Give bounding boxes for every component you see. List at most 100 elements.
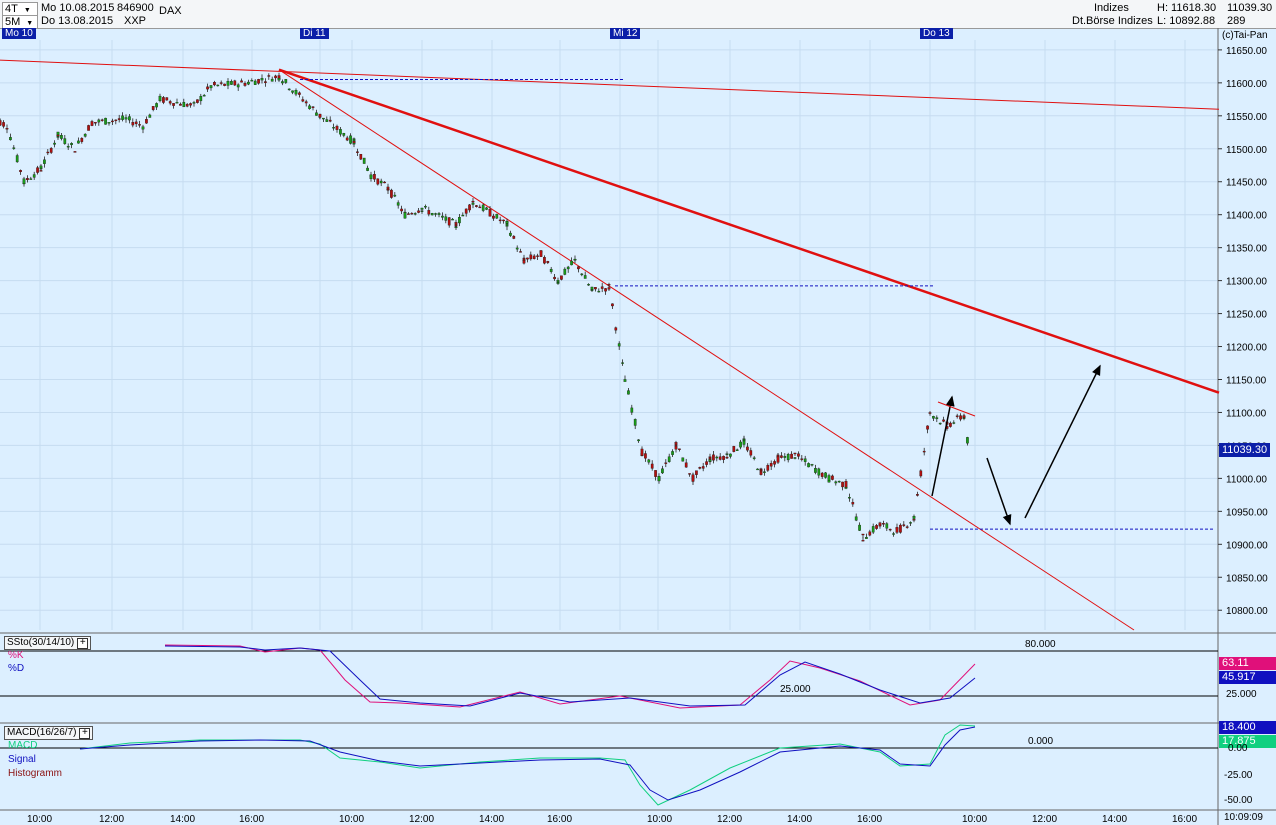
candle-body xyxy=(166,98,168,101)
candle-body xyxy=(699,467,701,468)
candle-body xyxy=(203,95,205,96)
candle-body xyxy=(64,139,66,144)
candle-body xyxy=(295,90,297,94)
time-axis: 10:0012:0014:0016:0010:0012:0014:0016:00… xyxy=(27,814,1197,825)
candle-body xyxy=(176,102,178,103)
price-chart[interactable]: 10800.0010850.0010900.0010950.0011000.00… xyxy=(0,0,1276,825)
candle-body xyxy=(543,257,545,263)
candle-body xyxy=(658,476,660,481)
flag-line xyxy=(938,402,975,416)
candle-body xyxy=(417,211,419,213)
candle-body xyxy=(685,463,687,468)
candle-body xyxy=(855,517,857,521)
time-tick-label: 10:00 xyxy=(962,814,987,825)
candle-body xyxy=(206,87,208,89)
candle-body xyxy=(98,120,100,122)
candle-body xyxy=(587,284,589,285)
candle-body xyxy=(213,82,215,85)
candle-body xyxy=(889,529,891,530)
trendline xyxy=(279,70,1219,393)
price-tick-label: 11450.00 xyxy=(1226,178,1267,189)
candle-body xyxy=(172,103,174,105)
candle-body xyxy=(472,203,474,205)
candle-body xyxy=(913,516,915,518)
candle-body xyxy=(746,447,748,450)
candle-body xyxy=(770,463,772,466)
candle-body xyxy=(16,155,18,161)
candle-body xyxy=(872,526,874,532)
candle-body xyxy=(577,267,579,269)
candle-body xyxy=(251,80,253,81)
price-tick-label: 11600.00 xyxy=(1226,79,1267,90)
candle-body xyxy=(234,81,236,85)
candle-body xyxy=(787,454,789,460)
signal-legend: Signal xyxy=(8,754,36,765)
candle-body xyxy=(671,451,673,454)
candle-body xyxy=(886,524,888,529)
candle-body xyxy=(431,213,433,215)
candle-body xyxy=(733,446,735,451)
candle-body xyxy=(896,527,898,532)
candle-body xyxy=(858,525,860,530)
candle-body xyxy=(956,416,958,417)
candle-body xyxy=(2,122,4,126)
candle-body xyxy=(835,482,837,483)
candle-body xyxy=(421,208,423,209)
candle-body xyxy=(377,179,379,184)
candle-body xyxy=(13,148,15,149)
candle-body xyxy=(567,267,569,269)
candle-body xyxy=(217,85,219,86)
candle-body xyxy=(438,213,440,214)
candle-body xyxy=(959,416,961,420)
candle-body xyxy=(570,261,572,265)
candle-body xyxy=(305,102,307,103)
candle-body xyxy=(261,78,263,80)
time-tick-label: 10:00 xyxy=(647,814,672,825)
price-tick-label: 11250.00 xyxy=(1226,310,1267,321)
candle-body xyxy=(949,423,951,427)
candle-body xyxy=(899,525,901,532)
price-tick-label: 11300.00 xyxy=(1226,277,1267,288)
candle-body xyxy=(274,76,276,78)
candle-body xyxy=(852,502,854,504)
candle-body xyxy=(50,148,52,152)
macd-title-box[interactable]: MACD(16/26/7)+ xyxy=(4,726,93,740)
candle-body xyxy=(794,458,796,459)
candle-body xyxy=(668,457,670,462)
candle-body xyxy=(818,469,820,475)
candle-body xyxy=(152,106,154,110)
candle-body xyxy=(332,127,334,128)
candle-body xyxy=(523,260,525,263)
sto-title-box[interactable]: SSto(30/14/10)+ xyxy=(4,636,91,650)
candle-body xyxy=(675,446,677,449)
candle-body xyxy=(869,532,871,535)
candle-body xyxy=(682,458,684,462)
candle-body xyxy=(499,220,501,221)
candle-body xyxy=(618,344,620,347)
candle-body xyxy=(169,101,171,103)
candle-body xyxy=(736,450,738,451)
histogram-legend: Histogramm xyxy=(8,768,62,779)
candle-body xyxy=(678,449,680,450)
candle-body xyxy=(308,106,310,109)
candle-body xyxy=(966,437,968,443)
candle-body xyxy=(455,227,457,228)
candle-body xyxy=(319,114,321,117)
candle-body xyxy=(506,221,508,223)
candle-body xyxy=(882,523,884,524)
candle-body xyxy=(186,104,188,106)
candle-body xyxy=(790,454,792,459)
candle-body xyxy=(244,83,246,85)
candle-body xyxy=(223,84,225,86)
plus-icon[interactable]: + xyxy=(77,638,88,649)
candle-body xyxy=(404,212,406,218)
price-tick-label: 11550.00 xyxy=(1226,112,1267,123)
candle-body xyxy=(411,213,413,214)
candle-body xyxy=(115,120,117,121)
candle-body xyxy=(743,440,745,441)
candle-body xyxy=(465,209,467,214)
plus-icon[interactable]: + xyxy=(79,728,90,739)
candle-body xyxy=(346,138,348,140)
candle-body xyxy=(540,250,542,256)
candle-body xyxy=(712,455,714,461)
